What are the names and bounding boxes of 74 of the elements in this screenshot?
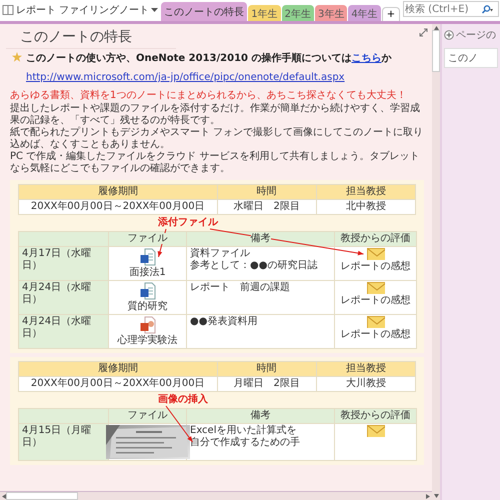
column-header: 時間 [256, 363, 277, 374]
note-text: 資料ファイル [190, 248, 251, 260]
envelope-icon[interactable] [366, 316, 384, 328]
column-header: 担当教授 [346, 186, 386, 197]
table-cell: 北中教授 [316, 200, 416, 214]
note-text: Excelを用いた計算式を [190, 425, 298, 436]
column-header: 備考 [250, 233, 270, 244]
note-text: このノートの使い方や、OneNote 2013/2010 の操作手順についてはこちらか [26, 52, 392, 65]
table-cell: 大川教授 [316, 376, 416, 392]
date-cell: 4月17日（水曜日） [18, 246, 108, 280]
paragraph: 提出したレポートや課題のファイルを添付するだけ。作業が簡単だから続けやすく、学習成果の記録を、「すべて」残せるのが特長です。 [10, 103, 421, 126]
star-icon [12, 52, 22, 62]
column-header: 教授からの評価 [340, 410, 410, 421]
envelope-icon[interactable] [366, 248, 384, 260]
section-tab[interactable]: 3年生 [314, 5, 348, 21]
paragraph: 紙で配られたプリントもデジカメやスマート フォンで撮影して画像にしてこのノートに取り込めば、なくすこともありません。 [10, 127, 424, 150]
caret-icon [151, 8, 158, 12]
notebook-dropdown[interactable]: レポート ファイリングノート [1, 3, 160, 21]
date-cell: 4月24日（水曜日） [18, 314, 108, 348]
file-name: 質的研究 [128, 301, 168, 313]
paragraph: PC で作成・編集したファイルをクラウド サービスを利用して共有しましょう。タブレットなら気軽にどこでもファイルの確認ができます。 [10, 151, 420, 175]
evaluation-text: レポートの感想 [340, 329, 410, 341]
section-tab[interactable]: 4年生 [348, 5, 381, 21]
url-link[interactable]: http://www.microsoft.com/ja-jp/office/pipc/onenote/default.aspx [26, 71, 345, 84]
heading-text: あらゆる書類、資料を1つのノートにまとめられるから、あちこち探さなくても大丈夫！ [10, 89, 408, 102]
page-item[interactable]: このノ [444, 48, 498, 68]
notebook-icon [2, 4, 14, 16]
table-cell: 水曜日 2限目 [217, 200, 316, 214]
search-icon[interactable] [481, 4, 493, 14]
column-header: 担当教授 [346, 363, 386, 374]
note-text: 参考として：●●の研究日誌 [190, 260, 318, 272]
envelope-icon[interactable] [366, 425, 384, 437]
date-cell: 4月24日（水曜日） [18, 280, 108, 314]
search-field[interactable]: 検索 (Ctrl+E) [403, 1, 499, 17]
scrollbar-thumb[interactable] [432, 30, 440, 72]
scroll-down-icon[interactable] [434, 494, 438, 498]
column-header: 履修期間 [98, 186, 138, 197]
column-header: 履修期間 [98, 363, 138, 374]
add-icon [444, 30, 454, 40]
envelope-icon[interactable] [366, 282, 384, 294]
evaluation-text: レポートの感想 [340, 261, 410, 273]
column-header: 備考 [250, 410, 270, 421]
vertical-scrollbar[interactable] [432, 24, 440, 500]
table-cell: 月曜日 2限目 [217, 376, 316, 392]
column-header: 時間 [256, 186, 277, 197]
date-cell: 4月15日（月曜日） [18, 424, 108, 460]
file-name: 面接法1 [129, 267, 166, 279]
column-header: 教授からの評価 [340, 233, 410, 244]
arrow [158, 228, 166, 258]
table-cell: 20XX年00月00日～20XX年00月00日 [18, 376, 217, 392]
word-document-icon[interactable] [140, 248, 156, 266]
table-cell: 20XX年00月00日～20XX年00月00日 [18, 200, 217, 214]
slides-document-icon[interactable] [140, 316, 156, 334]
page-title: このノートの特長 [6, 27, 176, 49]
section-tab[interactable]: 2年生 [282, 5, 314, 21]
scrollbar-thumb[interactable] [6, 492, 78, 500]
section-tab[interactable]: 1年生 [248, 5, 281, 21]
annotation-label: 画像の挿入 [158, 393, 208, 407]
arrow [166, 406, 193, 442]
note-text: ●●発表資料用 [190, 316, 258, 328]
add-page-button[interactable]: ページの [444, 28, 498, 42]
expand-icon[interactable] [419, 28, 428, 37]
column-header: ファイル [128, 410, 168, 421]
column-header: ファイル [128, 233, 168, 244]
file-name: 心理学実験法 [118, 335, 178, 347]
section-tab[interactable]: このノートの特長 [161, 2, 248, 21]
horizontal-scrollbar[interactable] [0, 491, 432, 500]
evaluation-text: レポートの感想 [340, 295, 410, 307]
add-section-tab[interactable]: + [382, 7, 400, 21]
note-text: レポート 前週の課題 [190, 282, 291, 294]
word-document-icon[interactable] [140, 282, 156, 300]
link[interactable]: こちら [351, 53, 382, 64]
annotation-label: 添付ファイル [158, 216, 218, 230]
scroll-right-icon[interactable] [426, 494, 430, 498]
